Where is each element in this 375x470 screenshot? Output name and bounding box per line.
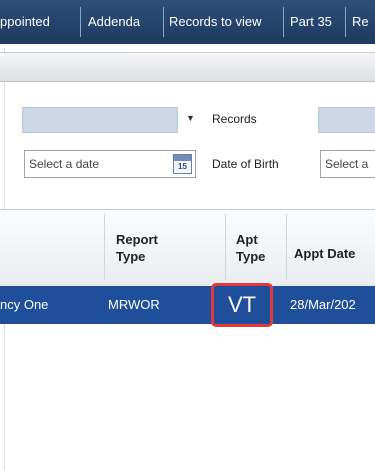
cell-report-type: MRWOR bbox=[108, 297, 160, 312]
second-select[interactable] bbox=[318, 107, 375, 133]
column-header-appt-date[interactable]: Appt Date bbox=[294, 245, 355, 262]
column-separator bbox=[104, 214, 105, 280]
records-label: Records bbox=[212, 112, 257, 126]
tab-separator bbox=[283, 7, 284, 37]
tab-part-35[interactable]: Part 35 bbox=[290, 0, 338, 44]
tab-separator bbox=[163, 7, 164, 37]
cell-appt-date: 28/Mar/202 bbox=[290, 297, 356, 312]
records-select[interactable] bbox=[22, 107, 178, 133]
chevron-down-icon[interactable]: ▼ bbox=[186, 113, 195, 123]
app-window: ppointed Addenda Records to view Part 35… bbox=[0, 0, 375, 470]
date-of-birth-label: Date of Birth bbox=[212, 157, 279, 171]
tab-appointed[interactable]: ppointed bbox=[0, 0, 72, 44]
tab-separator bbox=[80, 7, 81, 37]
column-separator bbox=[286, 214, 287, 280]
table-row[interactable]: ncy One MRWOR 28/Mar/202 bbox=[0, 286, 375, 324]
top-nav-tabbar: ppointed Addenda Records to view Part 35… bbox=[0, 0, 375, 44]
toolbar-strip bbox=[0, 52, 375, 82]
calendar-icon[interactable]: 15 bbox=[173, 154, 192, 174]
column-header-report-type[interactable]: Report Type bbox=[116, 231, 158, 265]
tab-truncated[interactable]: Re bbox=[352, 0, 375, 44]
column-header-apt-type[interactable]: Apt Type bbox=[236, 231, 265, 265]
tab-records-to-view[interactable]: Records to view bbox=[169, 0, 277, 44]
cell-apt-type-highlighted[interactable]: VT bbox=[211, 283, 273, 327]
tab-addenda[interactable]: Addenda bbox=[88, 0, 156, 44]
date-input[interactable] bbox=[24, 150, 196, 178]
cell-name: ncy One bbox=[0, 297, 49, 312]
tab-separator bbox=[345, 7, 346, 37]
date-input-2[interactable] bbox=[320, 150, 375, 178]
column-separator bbox=[225, 214, 226, 280]
